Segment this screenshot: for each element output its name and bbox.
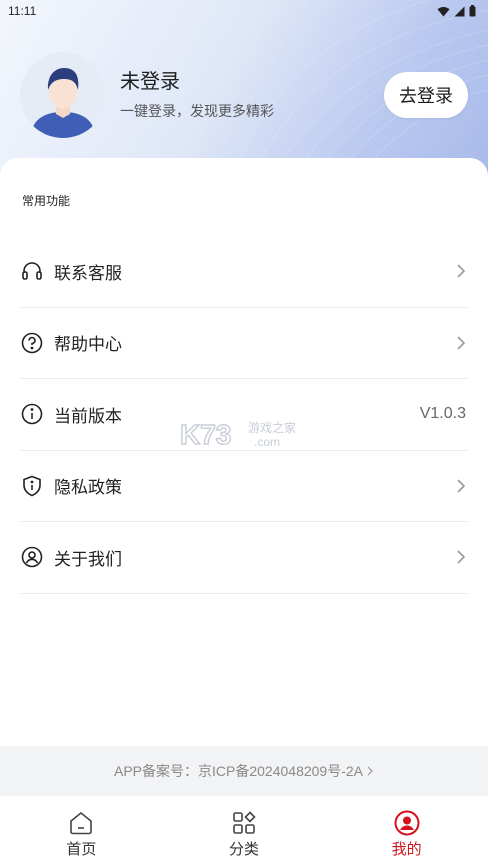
profile-section: 未登录 一键登录，发现更多精彩 去登录 (20, 52, 468, 138)
tab-category[interactable]: 分类 (163, 796, 326, 868)
profile-name: 未登录 (120, 71, 180, 93)
chevron-right-icon (457, 336, 466, 350)
icp-text: APP备案号：京ICP备2024048209号-2A (114, 763, 363, 779)
user-circle-icon (20, 545, 44, 569)
svg-text:K73: K73 (180, 419, 231, 450)
user-avatar-icon[interactable] (20, 52, 106, 138)
tab-home[interactable]: 首页 (0, 796, 163, 868)
chevron-right-icon (457, 550, 466, 564)
menu-item-label: 隐私政策 (54, 478, 122, 498)
menu-item-label: 关于我们 (54, 549, 122, 569)
status-time: 11:11 (8, 4, 37, 18)
menu-item-label: 帮助中心 (54, 335, 122, 355)
version-value: V1.0.3 (419, 405, 466, 423)
menu-item-privacy-policy[interactable]: 隐私政策 (20, 451, 468, 522)
menu-item-label: 联系客服 (54, 263, 122, 283)
question-circle-icon (20, 331, 44, 355)
menu-list: 联系客服 帮助中心 当前版本 V1.0.3 隐私政策 关于我们 (20, 236, 468, 594)
icp-footer-link[interactable]: APP备案号：京ICP备2024048209号-2A (0, 746, 488, 796)
signal-icon (454, 6, 465, 16)
menu-item-contact-support[interactable]: 联系客服 (20, 236, 468, 308)
tab-label: 首页 (66, 841, 97, 858)
tab-profile[interactable]: 我的 (325, 796, 488, 868)
info-circle-icon (20, 402, 44, 426)
profile-icon (394, 810, 420, 836)
main-card: 常用功能 联系客服 帮助中心 当前版本 V1.0.3 隐私政策 关于我们 (0, 158, 488, 748)
menu-item-about-us[interactable]: 关于我们 (20, 522, 468, 594)
chevron-right-icon (367, 766, 373, 776)
category-grid-icon (233, 811, 256, 834)
shield-info-icon (20, 474, 44, 498)
chevron-right-icon (457, 264, 466, 278)
profile-subtitle: 一键登录，发现更多精彩 (120, 103, 274, 119)
section-title: 常用功能 (22, 194, 71, 208)
menu-item-help-center[interactable]: 帮助中心 (20, 308, 468, 379)
wifi-icon (437, 6, 450, 16)
tab-label: 我的 (391, 841, 422, 858)
login-button[interactable]: 去登录 (384, 72, 468, 118)
k73-watermark-logo: K73 游戏之家 .com (180, 418, 296, 450)
svg-text:游戏之家: 游戏之家 (248, 420, 296, 435)
home-icon (70, 811, 93, 835)
status-bar: 11:11 (0, 0, 488, 22)
tab-label: 分类 (229, 841, 260, 858)
chevron-right-icon (457, 479, 466, 493)
svg-text:.com: .com (254, 435, 280, 449)
bottom-tab-bar: 首页 分类 我的 (0, 796, 488, 868)
headset-icon (20, 259, 44, 283)
battery-icon (469, 5, 476, 17)
